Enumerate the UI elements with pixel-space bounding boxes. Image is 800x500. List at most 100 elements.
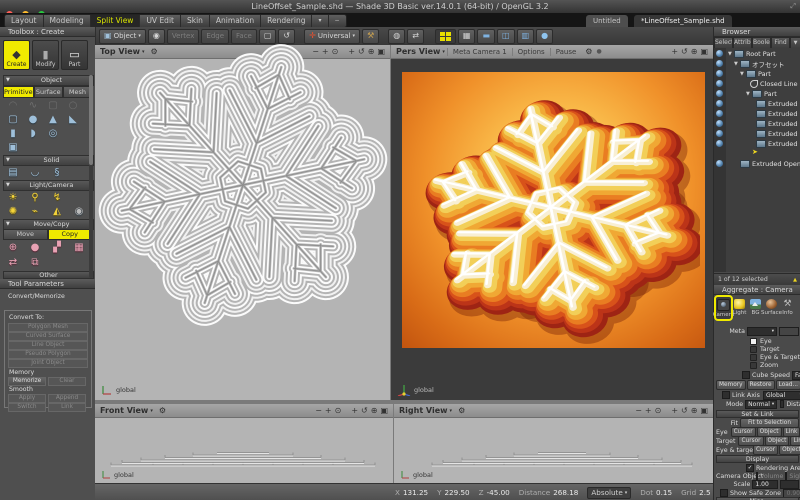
tool-parameters-header[interactable]: Tool Parameters (0, 279, 95, 289)
tree-row-offset-part[interactable]: ▼オフセット (734, 59, 785, 69)
torus-primitive-icon[interactable]: ◎ (45, 127, 61, 140)
visibility-toggle[interactable] (716, 110, 723, 117)
gear-icon[interactable]: ⚙ (159, 406, 166, 415)
link-axis-checkbox[interactable] (722, 391, 730, 399)
scale-field[interactable]: 1.00 (752, 480, 778, 489)
comment-icon[interactable]: ● (596, 48, 601, 55)
workspace-tab-uv-edit[interactable]: UV Edit (140, 15, 181, 27)
link-axis-dropdown[interactable]: Global▾ (763, 391, 800, 400)
visibility-toggle[interactable] (716, 100, 723, 107)
rendering-area-row[interactable]: ✓ Rendering Area (716, 464, 800, 472)
smooth-apply-button[interactable]: Apply (8, 394, 46, 403)
workspace-tab-animation[interactable]: Animation (210, 15, 261, 27)
camera-object-icon[interactable]: ◉ (71, 205, 87, 218)
tab-surface[interactable]: Surface (34, 86, 63, 98)
layout-quad-button[interactable] (435, 29, 456, 44)
gear-icon[interactable]: ⚙ (458, 406, 465, 415)
right-view-label[interactable]: Right View (394, 406, 448, 415)
zoom-radio[interactable] (750, 362, 757, 369)
pers-view-label[interactable]: Pers View (391, 47, 440, 56)
zoom-lens-icon[interactable]: ⊙ (335, 406, 342, 415)
workspace-tab-skin[interactable]: Skin (181, 15, 210, 27)
pan-icon[interactable]: + (671, 47, 678, 56)
zoom-out-icon[interactable]: − (635, 406, 642, 415)
workspace-menu-icon[interactable]: ▾ (312, 15, 328, 27)
convert-line-object-button[interactable]: Line Object (8, 341, 88, 350)
toolbox-header[interactable]: Toolbox : Create (0, 27, 95, 37)
gear-icon[interactable]: ⚙ (585, 47, 592, 56)
coordinate-mode-dropdown[interactable]: Absolute ▾ (587, 487, 631, 499)
visibility-toggle[interactable] (716, 130, 723, 137)
ambient-light-icon[interactable]: ◭ (49, 205, 65, 218)
tree-row-root-part[interactable]: ▼Root Part (728, 49, 776, 59)
sphere-tool-button[interactable]: ◍ (388, 29, 405, 44)
tree-row-extruded-closed[interactable]: Extruded Closed (756, 129, 800, 139)
visibility-toggle[interactable] (716, 50, 723, 57)
eye-target-object-button[interactable]: Object (779, 445, 800, 455)
distant-checkbox[interactable] (780, 400, 784, 408)
link-axis-row[interactable]: Link Axis Global▾ (716, 391, 800, 399)
eye-target-radio-row[interactable]: Eye & Target (716, 353, 800, 361)
zoom-lens-icon[interactable]: ⊙ (655, 406, 662, 415)
meta-aux-dropdown[interactable] (779, 327, 799, 336)
resize-icon[interactable]: ⤢ (790, 2, 796, 11)
zoom-fit-icon[interactable]: ⊕ (371, 406, 378, 415)
cone-primitive-icon[interactable]: ▲ (45, 113, 61, 126)
meta-dropdown[interactable]: ▾ (747, 327, 777, 336)
point-light-icon[interactable]: ☀ (5, 191, 21, 204)
front-viewport[interactable]: Front View ▾ ⚙ − + ⊙ + ↺ ⊕ ▣ (95, 404, 393, 483)
visibility-toggle[interactable] (716, 90, 723, 97)
workspace-tab-layout[interactable]: Layout (5, 15, 44, 27)
visibility-toggle[interactable] (716, 80, 723, 87)
doc-tab-untitled[interactable]: Untitled (586, 15, 628, 27)
copy-tab[interactable]: Copy (48, 229, 93, 240)
transform-sphere-icon[interactable]: ● (27, 241, 43, 254)
pers-camera-select[interactable]: Meta Camera 1 (447, 48, 512, 56)
solid-cup-icon[interactable]: ◡ (27, 166, 43, 179)
visibility-toggle[interactable] (716, 140, 723, 147)
workspace-tab-rendering[interactable]: Rendering (261, 15, 312, 27)
directional-light-icon[interactable]: ↯ (49, 191, 65, 204)
dropdown-icon[interactable]: ▾ (442, 49, 445, 55)
sphere-primitive-icon[interactable]: ● (25, 113, 41, 126)
cube-speed-row[interactable]: Cube Speed Fa▾ (716, 371, 800, 379)
transform-numeric-icon[interactable]: ⊕ (5, 241, 21, 254)
rect-line-icon[interactable]: ▢ (45, 99, 61, 112)
tree-row-part-2[interactable]: ▼Part (746, 89, 777, 99)
circle-line-icon[interactable]: ○ (65, 99, 81, 112)
solid-box-icon[interactable]: ▤ (5, 166, 21, 179)
frame-icon[interactable]: ▣ (700, 47, 708, 56)
curve-icon[interactable]: ∿ (25, 99, 41, 112)
move-tool-button[interactable]: ⇄ (407, 29, 424, 44)
tree-row-part[interactable]: ▼Part (740, 69, 771, 79)
target-radio-row[interactable]: Target (716, 345, 800, 353)
vertical-splitter[interactable] (390, 45, 391, 400)
rendering-area-checkbox[interactable]: ✓ (746, 464, 754, 472)
cube-primitive-icon[interactable]: ▣ (5, 141, 21, 154)
top-viewport[interactable]: Top View ▾ ⚙ − + ⊙ + ↺ ⊕ ▣ (95, 45, 390, 400)
pers-pause-button[interactable]: Pause (550, 48, 582, 56)
tree-row-closed-line[interactable]: Closed Line (750, 79, 797, 89)
box-primitive-icon[interactable]: ▢ (5, 113, 21, 126)
mirror-icon[interactable]: ⇄ (5, 256, 21, 269)
zoom-radio-row[interactable]: Zoom 50.0 (716, 361, 800, 369)
frame-icon[interactable]: ▣ (700, 406, 708, 415)
move-tab[interactable]: Move (3, 229, 48, 240)
front-view-label[interactable]: Front View (95, 406, 148, 415)
memorize-button[interactable]: Memorize (8, 377, 46, 386)
cube-speed-checkbox[interactable] (742, 371, 750, 379)
eye-target-cursor-button[interactable]: Cursor (753, 445, 778, 455)
lightcamera-section-header[interactable]: ▼ Light/Camera (3, 180, 94, 191)
zoom-in-icon[interactable]: + (325, 406, 332, 415)
workspace-tab-split-view[interactable]: Split View (91, 15, 141, 27)
layout-grid-button[interactable]: ▦ (458, 29, 476, 44)
dropdown-icon[interactable]: ▾ (150, 408, 153, 414)
eye-target-radio[interactable] (750, 354, 757, 361)
convert-joint-object-button[interactable]: Joint Object (8, 359, 88, 368)
solid-wire-icon[interactable]: § (49, 166, 65, 179)
pan-icon[interactable]: + (351, 406, 358, 415)
scale-aux-field[interactable] (780, 480, 799, 489)
tree-row-extruded-closed[interactable]: Extruded Closed (756, 99, 800, 109)
cylinder-primitive-icon[interactable]: ▮ (5, 127, 21, 140)
single-view-button[interactable]: ▬ (477, 29, 495, 44)
